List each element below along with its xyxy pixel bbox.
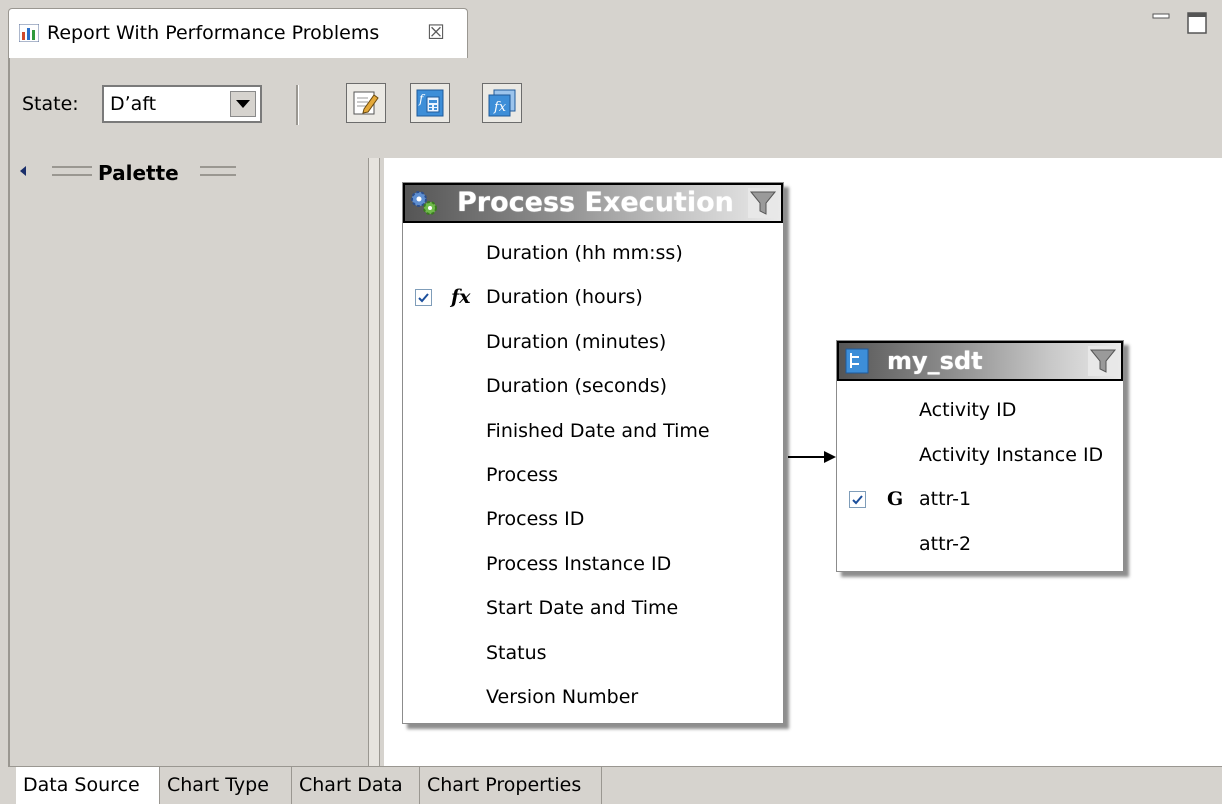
field-label: attr-1 bbox=[919, 488, 972, 510]
editor-tab-title: Report With Performance Problems bbox=[47, 22, 380, 44]
field-label: Start Date and Time bbox=[486, 597, 679, 620]
function-icon: fx bbox=[451, 286, 471, 309]
field-row[interactable]: Duration (seconds) bbox=[403, 364, 783, 408]
state-dropdown[interactable]: Dʼaft bbox=[102, 85, 262, 123]
field-label: attr-2 bbox=[919, 532, 972, 555]
field-label: Activity Instance ID bbox=[919, 443, 1104, 466]
field-row[interactable]: Start Date and Time bbox=[403, 586, 783, 630]
calculated-field-button[interactable]: fx bbox=[482, 83, 522, 123]
process-execution-table[interactable]: Process Execution Duration (hh mm:ss) fx D… bbox=[402, 182, 784, 724]
gears-icon bbox=[409, 189, 439, 221]
table-header[interactable]: my_sdt bbox=[837, 341, 1123, 381]
field-row[interactable]: Process bbox=[403, 453, 783, 497]
field-label: Duration (hh mm:ss) bbox=[486, 242, 683, 264]
state-label: State: bbox=[22, 93, 79, 115]
tab-chart-properties[interactable]: Chart Properties bbox=[420, 767, 602, 804]
state-dropdown-value: Dʼaft bbox=[110, 93, 157, 115]
collapse-palette-icon[interactable] bbox=[18, 163, 28, 182]
editor-page-tabs: Data Source Chart Type Chart Data Chart … bbox=[8, 766, 1222, 804]
table-title: my_sdt bbox=[887, 347, 983, 375]
editor-tab-bar: Report With Performance Problems ☒ bbox=[0, 0, 1222, 58]
field-label: Duration (minutes) bbox=[486, 330, 667, 353]
tab-data-source[interactable]: Data Source bbox=[16, 767, 160, 804]
maximize-icon[interactable] bbox=[1186, 10, 1208, 36]
field-label: Process bbox=[486, 464, 559, 486]
palette-splitter[interactable] bbox=[368, 158, 380, 766]
field-label: Activity ID bbox=[919, 399, 1017, 421]
field-row[interactable]: fx Duration (hours) bbox=[403, 275, 783, 319]
palette-grip bbox=[200, 166, 236, 176]
field-label: Duration (hours) bbox=[486, 286, 643, 309]
formula-button[interactable]: f bbox=[410, 83, 450, 123]
edit-button[interactable] bbox=[346, 83, 386, 123]
field-row[interactable]: Activity Instance ID bbox=[837, 433, 1123, 477]
chevron-down-icon[interactable] bbox=[230, 91, 256, 117]
field-row[interactable]: Status bbox=[403, 631, 783, 675]
tab-chart-data[interactable]: Chart Data bbox=[292, 767, 420, 804]
palette-label: Palette bbox=[98, 161, 179, 185]
field-label: Duration (seconds) bbox=[486, 375, 668, 398]
field-label: Finished Date and Time bbox=[486, 419, 710, 442]
field-label: Version Number bbox=[486, 686, 639, 708]
report-chart-icon bbox=[18, 23, 40, 43]
field-row[interactable]: Finished Date and Time bbox=[403, 409, 783, 453]
field-row[interactable]: Version Number bbox=[403, 675, 783, 719]
field-row[interactable]: Activity ID bbox=[837, 388, 1123, 432]
filter-icon[interactable] bbox=[748, 188, 778, 218]
table-header[interactable]: Process Execution bbox=[403, 183, 783, 223]
palette-grip bbox=[52, 166, 92, 176]
field-checkbox[interactable] bbox=[415, 289, 432, 307]
join-connector-arrow[interactable] bbox=[788, 449, 838, 469]
minimize-icon[interactable] bbox=[1152, 10, 1170, 24]
field-row[interactable]: Process Instance ID bbox=[403, 542, 783, 586]
field-label: Process ID bbox=[486, 508, 585, 531]
field-row[interactable]: Duration (hh mm:ss) bbox=[403, 231, 783, 275]
toolbar-separator bbox=[296, 85, 299, 125]
group-by-icon: G bbox=[887, 488, 904, 510]
field-row[interactable]: Gattr-1 bbox=[837, 477, 1123, 521]
field-label: Process Instance ID bbox=[486, 552, 672, 575]
field-label: Status bbox=[486, 641, 547, 664]
sdt-table[interactable]: my_sdt Activity ID Activity Instance ID Ga… bbox=[836, 340, 1124, 572]
tab-chart-type[interactable]: Chart Type bbox=[160, 767, 292, 804]
table-title: Process Execution bbox=[457, 187, 734, 218]
svg-text:fx: fx bbox=[493, 100, 507, 115]
field-checkbox[interactable] bbox=[849, 491, 866, 508]
close-icon[interactable]: ☒ bbox=[425, 21, 447, 43]
filter-icon[interactable] bbox=[1088, 346, 1118, 376]
field-row[interactable]: Duration (minutes) bbox=[403, 320, 783, 364]
data-structure-icon bbox=[845, 348, 869, 378]
field-row[interactable]: Process ID bbox=[403, 497, 783, 541]
field-row[interactable]: attr-2 bbox=[837, 522, 1123, 566]
editor-tab-report[interactable]: Report With Performance Problems ☒ bbox=[8, 8, 468, 58]
